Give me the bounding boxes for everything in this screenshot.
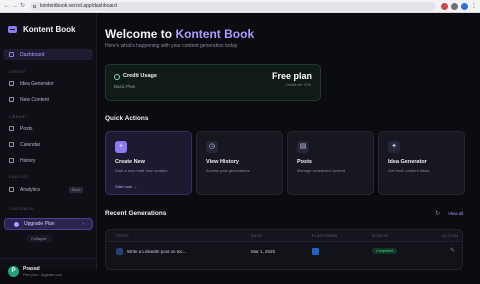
sidebar: Kontent Book Dashboard CREATE Idea Gener… [0, 14, 97, 277]
refresh-icon[interactable]: ↻ [435, 210, 440, 217]
title-prefix: Welcome to [105, 27, 176, 41]
table-row[interactable]: Write a LinkedIn post on tec... Mar 1, 2… [106, 243, 462, 260]
grid-icon [9, 52, 14, 57]
card-description: Start a new draft from scratch [115, 168, 168, 173]
soon-badge: Soon [68, 186, 83, 193]
sidebar-item-label: Posts [20, 125, 33, 132]
section-label-create: CREATE [9, 70, 26, 74]
plus-icon [9, 97, 14, 102]
table-header: TOPIC DATE PLATFORMS STATUS ACTION [106, 230, 462, 242]
chevron-right-icon: › [82, 221, 84, 227]
upgrade-plan-button[interactable]: Upgrade Plan › [4, 218, 93, 230]
plan-name: Free plan [271, 71, 312, 81]
start-now-link[interactable]: Start now → [115, 184, 137, 189]
card-description: Manage scheduled content [297, 168, 346, 173]
sidebar-item-idea-generator[interactable]: Idea Generator [3, 78, 93, 89]
sidebar-item-posts[interactable]: Posts [3, 123, 93, 134]
chart-icon [9, 187, 14, 192]
credit-subtitle: Basic Plan [114, 84, 136, 89]
credit-icon [114, 74, 120, 80]
profile-avatar[interactable] [461, 3, 468, 10]
column-header: PLATFORMS [312, 234, 338, 238]
card-title: Posts [297, 159, 312, 165]
address-bar[interactable]: kontentbook.vercel.app/dashboard [30, 2, 436, 11]
lock-icon [33, 5, 36, 8]
recent-generations-table: TOPIC DATE PLATFORMS STATUS ACTION Write… [105, 229, 463, 270]
section-label-analyze: ANALYZE [9, 175, 29, 179]
browser-menu-icon[interactable]: ⋮ [471, 2, 477, 9]
sidebar-item-label: New Content [20, 96, 49, 103]
user-profile[interactable]: P Prasad Free plan · Upgrade now [0, 258, 97, 284]
collapse-button[interactable]: Collapse [26, 235, 52, 242]
clock-icon [9, 158, 14, 163]
avatar: P [8, 266, 19, 277]
brand[interactable]: Kontent Book [8, 24, 75, 34]
forward-icon[interactable]: → [12, 3, 18, 10]
card-title: Idea Generator [388, 159, 427, 165]
section-label-library: LIBRARY [9, 115, 28, 119]
posts-card[interactable]: ▤ Posts Manage scheduled content [287, 131, 374, 195]
sparkle-icon [14, 221, 19, 227]
sidebar-item-label: Dashboard [20, 51, 45, 58]
plus-icon: + [115, 141, 127, 153]
sidebar-item-label: Calendar [20, 141, 41, 148]
recent-generations-heading: Recent Generations [105, 210, 167, 217]
lightbulb-icon [9, 81, 14, 86]
extension-icon[interactable] [441, 3, 448, 10]
card-title: Create New [115, 159, 145, 165]
column-header: ACTION [442, 234, 459, 238]
credit-usage-card: Credit Usage Basic Plan Free plan Credit… [105, 64, 321, 101]
lightbulb-icon: ✦ [388, 141, 400, 153]
platform-linkedin-icon [312, 248, 319, 255]
calendar-icon [9, 142, 14, 147]
brand-name: Kontent Book [23, 24, 76, 34]
document-icon: ▤ [297, 141, 309, 153]
credit-title: Credit Usage [123, 73, 157, 79]
date-cell: Mar 1, 2025 [251, 249, 276, 254]
view-history-card[interactable]: ◷ View History Access past generations [196, 131, 283, 195]
page-subtitle: Here's what's happening with your conten… [105, 43, 239, 49]
edit-icon[interactable]: ✎ [450, 247, 455, 254]
page-title: Welcome to Kontent Book [105, 27, 254, 41]
card-description: Get fresh content ideas [388, 168, 430, 173]
linkedin-icon [116, 248, 123, 255]
section-label-customize: CUSTOMIZE [9, 207, 35, 211]
title-accent: Kontent Book [175, 27, 255, 41]
main-content: Welcome to Kontent Book Here's what's ha… [98, 14, 480, 270]
idea-generator-card[interactable]: ✦ Idea Generator Get fresh content ideas [378, 131, 465, 195]
sidebar-item-new-content[interactable]: New Content [3, 94, 93, 105]
sidebar-item-label: History [20, 157, 36, 164]
back-icon[interactable]: ← [4, 3, 10, 10]
url-text: kontentbook.vercel.app/dashboard [40, 3, 117, 9]
user-plan: Free plan · Upgrade now [23, 273, 62, 277]
book-logo-icon [8, 25, 17, 33]
status-badge: Completed [372, 248, 397, 254]
quick-actions-heading: Quick Actions [105, 115, 149, 122]
card-title: View History [206, 159, 239, 165]
extension-icon[interactable] [451, 3, 458, 10]
create-new-card[interactable]: + Create New Start a new draft from scra… [105, 131, 192, 195]
sidebar-item-analytics[interactable]: Analytics Soon [3, 184, 93, 195]
sidebar-item-dashboard[interactable]: Dashboard [3, 49, 93, 60]
clock-icon: ◷ [206, 141, 218, 153]
user-name: Prasad [23, 266, 40, 272]
column-header: TOPIC [116, 234, 130, 238]
view-all-link[interactable]: View all [448, 211, 463, 216]
sidebar-item-label: Analytics [20, 186, 41, 193]
reload-icon[interactable]: ↻ [20, 3, 25, 10]
plan-credits: Credits left: 0/10 [285, 83, 311, 87]
sidebar-item-calendar[interactable]: Calendar [3, 139, 93, 150]
card-description: Access past generations [206, 168, 250, 173]
sidebar-item-history[interactable]: History [3, 155, 93, 166]
topic-cell: Write a LinkedIn post on tec... [127, 249, 187, 254]
browser-toolbar: ← → ↻ kontentbook.vercel.app/dashboard ⋮ [0, 0, 480, 13]
column-header: STATUS [372, 234, 389, 238]
upgrade-label: Upgrade Plan [24, 221, 55, 227]
sidebar-item-label: Idea Generator [20, 80, 54, 87]
column-header: DATE [251, 234, 263, 238]
document-icon [9, 126, 14, 131]
